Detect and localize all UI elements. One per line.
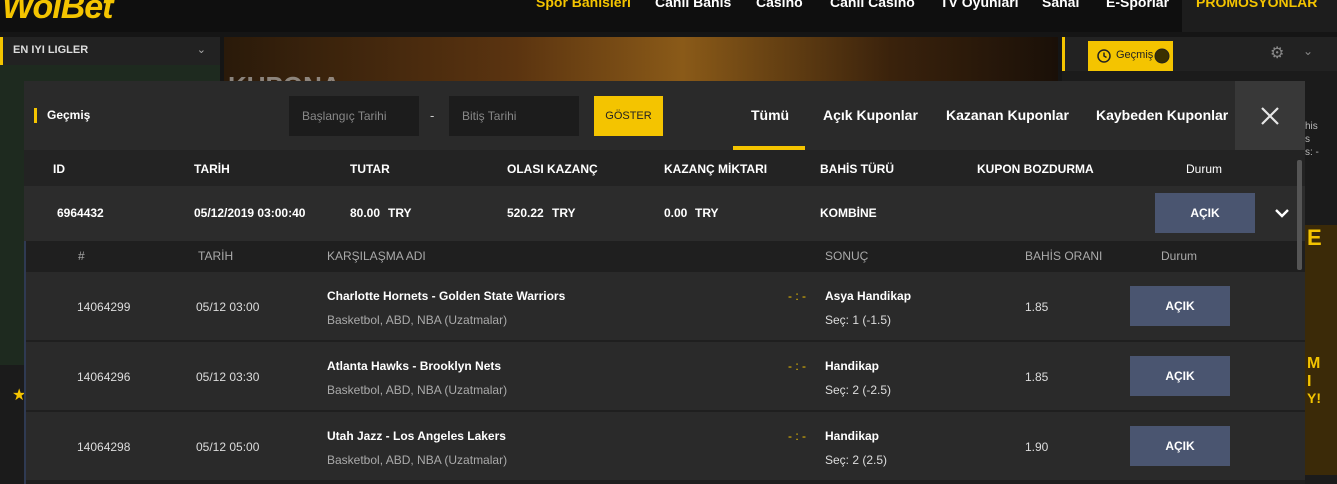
match-market: Asya Handikap xyxy=(825,289,912,303)
nav-esports[interactable]: E-Sporlar xyxy=(1106,0,1169,10)
nav-tv-games[interactable]: TV Oyunları xyxy=(940,0,1019,10)
match-score: - : - xyxy=(788,359,806,373)
match-market: Handikap xyxy=(825,359,880,373)
match-pick: Seç: 2 (-2.5) xyxy=(825,383,892,397)
coupon-amount-currency: TRY xyxy=(388,206,412,220)
col-status: Durum xyxy=(1186,162,1223,176)
coupon-possible-win: 520.22 xyxy=(507,206,544,220)
coupon-date: 05/12/2019 03:00:40 xyxy=(194,206,306,220)
match-row: 14064296 05/12 03:30 Atlanta Hawks - Bro… xyxy=(26,342,1305,410)
match-status-button[interactable]: AÇIK xyxy=(1130,286,1230,326)
top-leagues-label: EN IYI LIGLER xyxy=(13,44,89,56)
col-win-amount: KAZANÇ MİKTARI xyxy=(664,162,768,176)
modal-title: Geçmiş xyxy=(34,108,90,123)
tab-all[interactable]: Tümü xyxy=(751,107,789,123)
promo-banner[interactable]: KUPONA xyxy=(224,37,1058,101)
date-separator: - xyxy=(430,108,435,123)
detail-col-status: Durum xyxy=(1161,249,1198,263)
betslip-header: Geçmiş ⚙ ⌄ xyxy=(1062,37,1337,71)
match-pick: Seç: 1 (-1.5) xyxy=(825,313,892,327)
nav-virtual[interactable]: Sanal xyxy=(1042,0,1079,10)
detail-col-date: TARİH xyxy=(198,249,234,263)
match-row: 14064299 05/12 03:00 Charlotte Hornets -… xyxy=(26,272,1305,340)
coupon-detail: # TARİH KARŞILAŞMA ADI SONUÇ BAHİS ORANI… xyxy=(24,241,1305,484)
coupon-amount: 80.00 xyxy=(350,206,381,220)
top-navigation: WolBet Spor Bahisleri Canlı Bahis Casino… xyxy=(0,0,1337,32)
match-name: Atlanta Hawks - Brooklyn Nets xyxy=(327,359,502,373)
end-date-input[interactable] xyxy=(449,96,579,136)
close-button[interactable] xyxy=(1235,81,1305,150)
match-number: 14064299 xyxy=(77,300,131,314)
detail-col-odds: BAHİS ORANI xyxy=(1025,249,1103,263)
match-number: 14064298 xyxy=(77,440,131,454)
match-status-button[interactable]: AÇIK xyxy=(1130,426,1230,466)
history-button[interactable]: Geçmiş xyxy=(1088,41,1173,71)
detail-col-number: # xyxy=(78,249,85,263)
match-date: 05/12 03:30 xyxy=(196,370,260,384)
col-possible-win: OLASI KAZANÇ xyxy=(507,162,598,176)
match-date: 05/12 05:00 xyxy=(196,440,260,454)
nav-live-betting[interactable]: Canlı Bahis xyxy=(655,0,731,10)
match-odds: 1.90 xyxy=(1025,440,1049,454)
coupon-row[interactable]: 6964432 05/12/2019 03:00:40 80.00 TRY 52… xyxy=(24,186,1305,241)
modal-scrollbar[interactable] xyxy=(1297,160,1302,270)
match-league: Basketbol, ABD, NBA (Uzatmalar) xyxy=(327,313,508,327)
coupon-bet-type: KOMBİNE xyxy=(820,206,877,220)
coupon-win-amount: 0.00 xyxy=(664,206,688,220)
coupon-win-currency: TRY xyxy=(695,206,719,220)
history-modal: Geçmiş - GÖSTER Tümü Açık Kuponlar Kazan… xyxy=(24,81,1305,484)
match-number: 14064296 xyxy=(77,370,131,384)
col-date: TARİH xyxy=(194,162,230,176)
col-cashout: KUPON BOZDURMA xyxy=(977,162,1094,176)
nav-casino[interactable]: Casino xyxy=(756,0,803,10)
match-row: 14064298 05/12 05:00 Utah Jazz - Los Ang… xyxy=(26,412,1305,480)
detail-col-result: SONUÇ xyxy=(825,249,869,263)
col-id: ID xyxy=(53,162,65,176)
match-score: - : - xyxy=(788,429,806,443)
col-bet-type: BAHİS TÜRÜ xyxy=(820,162,894,176)
match-pick: Seç: 2 (2.5) xyxy=(825,453,888,467)
coupon-possible-win-currency: TRY xyxy=(552,206,576,220)
top-leagues-header[interactable]: EN IYI LIGLER ⌄ xyxy=(0,37,220,65)
match-odds: 1.85 xyxy=(1025,300,1049,314)
coin-icon xyxy=(1154,48,1170,64)
coupon-table-header: ID TARİH TUTAR OLASI KAZANÇ KAZANÇ MİKTA… xyxy=(24,150,1305,186)
coupon-status-button[interactable]: AÇIK xyxy=(1155,193,1255,233)
match-date: 05/12 03:00 xyxy=(196,300,260,314)
detail-col-match: KARŞILAŞMA ADI xyxy=(327,249,426,263)
match-name: Charlotte Hornets - Golden State Warrior… xyxy=(327,289,566,303)
nav-sports-betting[interactable]: Spor Bahisleri xyxy=(536,0,631,10)
nav-live-casino[interactable]: Canlı Casino xyxy=(830,0,915,10)
history-icon xyxy=(1097,49,1111,63)
match-league: Basketbol, ABD, NBA (Uzatmalar) xyxy=(327,383,508,397)
match-status-button[interactable]: AÇIK xyxy=(1130,356,1230,396)
tab-open-coupons[interactable]: Açık Kuponlar xyxy=(823,107,918,123)
side-promo-banner[interactable]: E M I Y! xyxy=(1304,225,1337,475)
close-icon xyxy=(1261,107,1279,125)
nav-promotions-label: PROMOSYONLAR xyxy=(1196,0,1318,10)
chevron-down-icon[interactable] xyxy=(1274,206,1290,220)
history-label: Geçmiş xyxy=(1116,49,1154,61)
betslip-side-text: his s s: - xyxy=(1305,121,1319,158)
match-score: - : - xyxy=(788,289,806,303)
coupon-id: 6964432 xyxy=(57,206,104,220)
start-date-input[interactable] xyxy=(289,96,419,136)
match-name: Utah Jazz - Los Angeles Lakers xyxy=(327,429,506,443)
match-odds: 1.85 xyxy=(1025,370,1049,384)
modal-header: Geçmiş - GÖSTER Tümü Açık Kuponlar Kazan… xyxy=(24,81,1305,150)
match-league: Basketbol, ABD, NBA (Uzatmalar) xyxy=(327,453,508,467)
chevron-down-icon[interactable]: ⌄ xyxy=(1303,44,1313,58)
nav-promotions[interactable]: PROMOSYONLAR xyxy=(1182,0,1337,32)
gear-icon[interactable]: ⚙ xyxy=(1270,43,1284,63)
site-logo[interactable]: WolBet xyxy=(2,0,113,27)
col-amount: TUTAR xyxy=(350,162,390,176)
chevron-down-icon: ⌄ xyxy=(196,44,206,56)
match-market: Handikap xyxy=(825,429,880,443)
tab-winning-coupons[interactable]: Kazanan Kuponlar xyxy=(946,107,1069,123)
show-button[interactable]: GÖSTER xyxy=(594,96,663,136)
tab-losing-coupons[interactable]: Kaybeden Kuponlar xyxy=(1096,107,1228,123)
